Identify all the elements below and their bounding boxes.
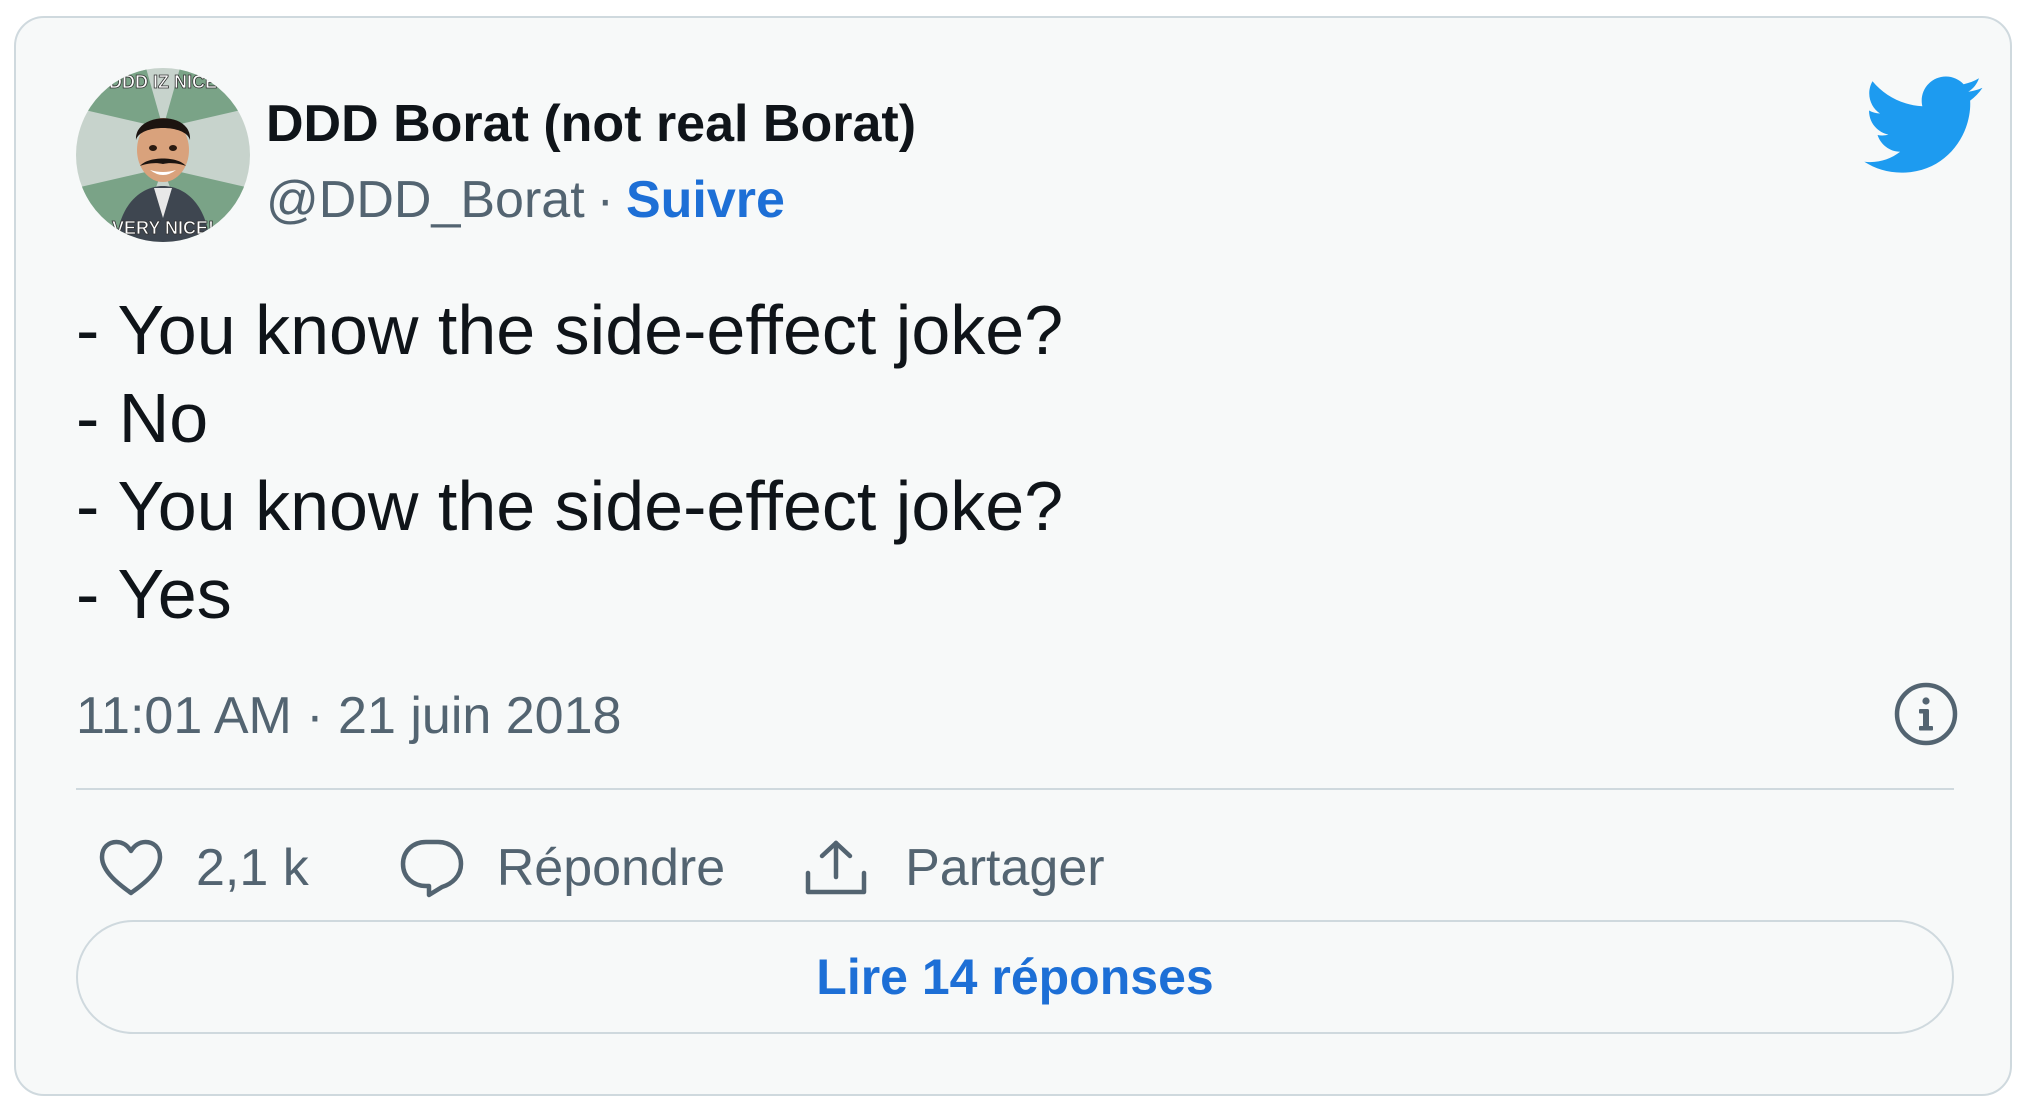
- handle-row: @DDD_Borat · Suivre: [266, 170, 785, 230]
- borat-avatar-image: DDD IZ NICE VERY NICE!: [76, 68, 250, 242]
- author-handle[interactable]: @DDD_Borat: [266, 171, 585, 229]
- action-bar: 2,1 k Répondre Partager: [76, 828, 1105, 908]
- avatar-caption-top: DDD IZ NICE: [109, 72, 217, 92]
- like-button[interactable]: 2,1 k: [76, 838, 309, 898]
- tweet-line: - You know the side-effect joke?: [76, 467, 1064, 545]
- share-label: Partager: [905, 839, 1105, 897]
- share-icon: [805, 840, 867, 895]
- share-button[interactable]: Partager: [803, 837, 1105, 899]
- like-count: 2,1 k: [196, 839, 309, 897]
- heart-icon: [99, 839, 163, 896]
- separator-dot: ·: [596, 171, 614, 229]
- tweet-line: - No: [76, 379, 209, 457]
- tweet-line: - You know the side-effect joke?: [76, 291, 1064, 369]
- author-name[interactable]: DDD Borat (not real Borat): [266, 94, 916, 154]
- twitter-bird-icon[interactable]: [1864, 76, 1984, 176]
- follow-button[interactable]: Suivre: [626, 171, 785, 229]
- avatar[interactable]: DDD IZ NICE VERY NICE!: [76, 68, 250, 242]
- read-replies-button[interactable]: Lire 14 réponses: [76, 920, 1954, 1034]
- tweet-text: - You know the side-effect joke? - No - …: [76, 286, 1063, 638]
- reply-button[interactable]: Répondre: [399, 837, 725, 899]
- info-icon[interactable]: [1892, 680, 1960, 748]
- reply-bubble-icon: [400, 839, 463, 898]
- tweet-line: - Yes: [76, 555, 232, 633]
- tweet-card: DDD IZ NICE VERY NICE! DDD Borat (not re…: [14, 16, 2012, 1096]
- avatar-caption-bottom: VERY NICE!: [112, 218, 214, 238]
- divider: [76, 788, 1954, 790]
- reply-label: Répondre: [496, 839, 726, 897]
- tweet-timestamp[interactable]: 11:01 AM · 21 juin 2018: [76, 686, 621, 746]
